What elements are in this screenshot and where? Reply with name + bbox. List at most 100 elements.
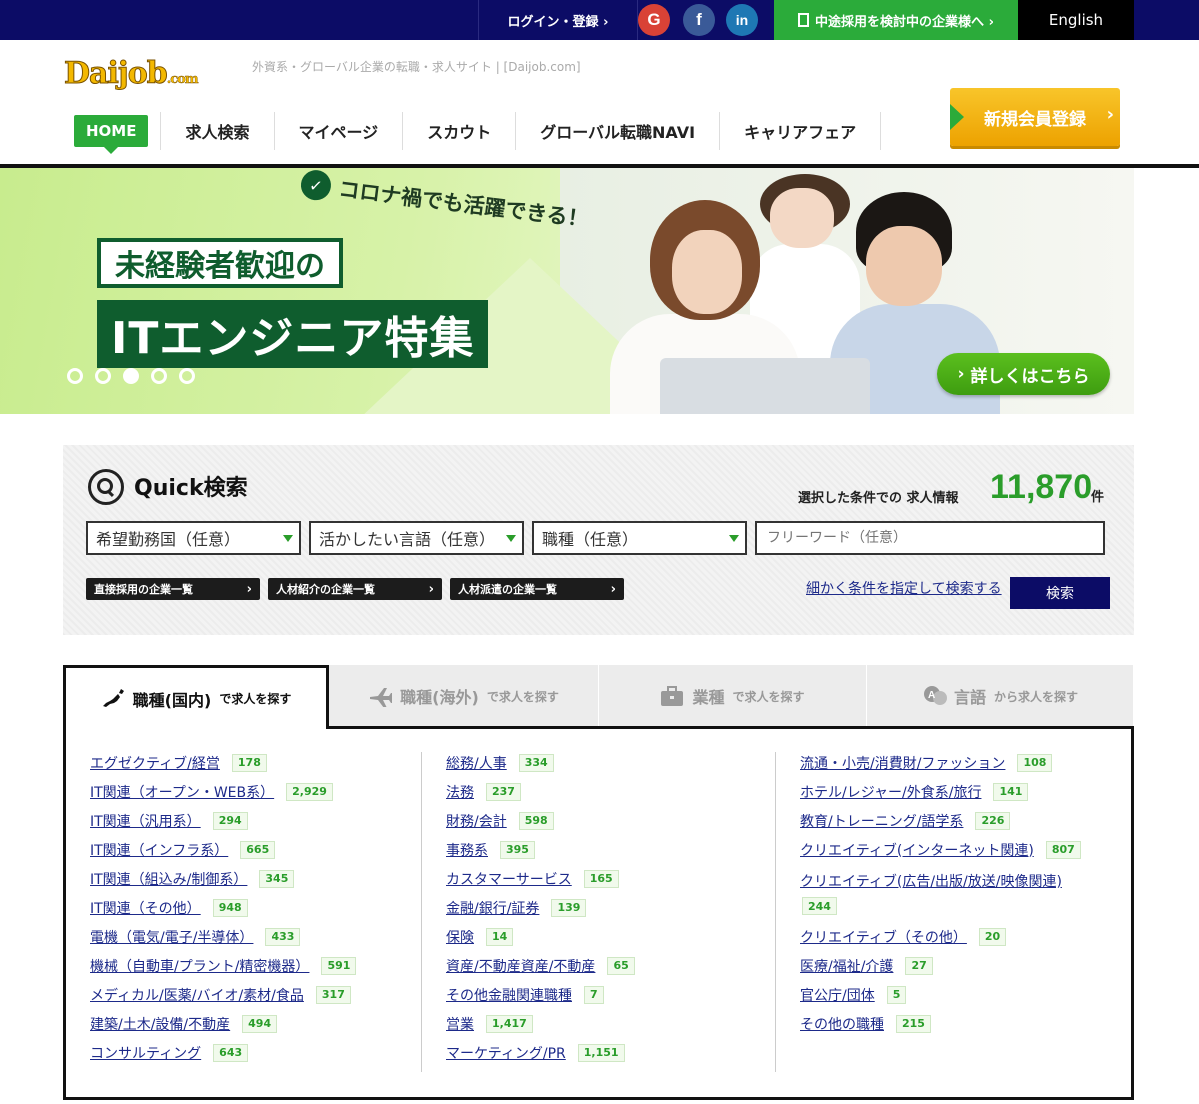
login-link[interactable]: ログイン・登録 ›: [478, 0, 638, 40]
category-count-badge: 807: [1045, 840, 1081, 859]
category-row: IT関連（オープン・WEB系） 2,929: [90, 777, 356, 806]
carousel-dot[interactable]: [67, 368, 83, 384]
category-link[interactable]: 法務: [446, 782, 474, 802]
carousel-dot[interactable]: [179, 368, 195, 384]
category-link[interactable]: ホテル/レジャー/外食系/旅行: [800, 782, 981, 802]
category-count-badge: 5: [886, 985, 907, 1004]
category-link[interactable]: クリエイティブ（その他）: [800, 927, 967, 947]
category-count-badge: 334: [518, 753, 554, 772]
english-link[interactable]: English: [1018, 0, 1134, 40]
category-link[interactable]: 医療/福祉/介護: [800, 956, 893, 976]
category-link[interactable]: クリエイティブ(広告/出版/放送/映像関連): [800, 871, 1120, 891]
category-count-badge: 226: [975, 811, 1011, 830]
category-link[interactable]: IT関連（インフラ系）: [90, 840, 228, 860]
category-row: 流通・小売/消費財/ファッション 108: [800, 748, 1120, 777]
category-count-badge: 165: [583, 869, 619, 888]
category-link[interactable]: 官公庁/団体: [800, 985, 875, 1005]
category-link[interactable]: 事務系: [446, 840, 488, 860]
category-row: ホテル/レジャー/外食系/旅行 141: [800, 777, 1120, 806]
tab-language[interactable]: A 言語 から求人を探す: [867, 665, 1134, 727]
business-link[interactable]: 中途採用を検討中の企業様へ ›: [774, 0, 1018, 40]
google-icon[interactable]: G: [638, 4, 670, 36]
direct-hire-companies-link[interactable]: 直接採用の企業一覧: [86, 578, 260, 600]
category-count-badge: 65: [607, 956, 635, 975]
banner-heading-2: ITエンジニア特集: [97, 300, 489, 368]
category-row: コンサルティング 643: [90, 1038, 356, 1067]
carousel-dot-active[interactable]: [123, 368, 139, 384]
category-row: エグゼクティブ/経営 178: [90, 748, 356, 777]
tab-industry[interactable]: 業種 で求人を探す: [599, 665, 867, 727]
nav-career-fair[interactable]: キャリアフェア: [720, 112, 882, 150]
category-link[interactable]: メディカル/医薬/バイオ/素材/食品: [90, 985, 304, 1005]
tab-language-sub: から求人を探す: [994, 689, 1079, 704]
freeword-input[interactable]: [755, 521, 1105, 555]
advanced-search-link[interactable]: 細かく条件を指定して検索する: [806, 578, 1002, 598]
check-icon: ✓: [299, 168, 333, 202]
nav-mypage[interactable]: マイページ: [275, 112, 404, 150]
carousel-dot[interactable]: [151, 368, 167, 384]
category-row: 教育/トレーニング/語学系 226: [800, 806, 1120, 835]
person-3-face: [866, 226, 942, 306]
category-link[interactable]: 機械（自動車/プラント/精密機器）: [90, 956, 309, 976]
category-count-badge: 1,417: [486, 1014, 533, 1033]
carousel-dot[interactable]: [95, 368, 111, 384]
category-link[interactable]: コンサルティング: [90, 1043, 201, 1063]
category-link[interactable]: 財務/会計: [446, 811, 507, 831]
category-count-badge: 2,929: [286, 782, 333, 801]
nav-job-search[interactable]: 求人検索: [161, 112, 275, 150]
category-link[interactable]: 営業: [446, 1014, 474, 1034]
category-count-badge: 1,151: [577, 1043, 625, 1062]
agency-companies-link[interactable]: 人材紹介の企業一覧: [268, 578, 442, 600]
category-link[interactable]: 建築/土木/設備/不動産: [90, 1014, 230, 1034]
tab-job-overseas[interactable]: 職種(海外) で求人を探す: [329, 665, 599, 727]
category-link[interactable]: 資産/不動産資産/不動産: [446, 956, 595, 976]
site-logo[interactable]: Daijob.com: [64, 56, 199, 92]
linkedin-icon[interactable]: in: [726, 4, 758, 36]
nav-global-navi[interactable]: グローバル転職NAVI: [516, 112, 721, 150]
dispatch-companies-link[interactable]: 人材派遣の企業一覧: [450, 578, 624, 600]
banner-cta-button[interactable]: › 詳しくはこちら: [937, 353, 1110, 395]
category-link[interactable]: 保険: [446, 927, 474, 947]
briefcase-icon: [660, 685, 684, 707]
category-link[interactable]: IT関連（その他）: [90, 898, 201, 918]
job-type-select[interactable]: 職種（任意）: [532, 521, 747, 555]
nav-home[interactable]: HOME: [74, 115, 149, 154]
banner-heading-1: 未経験者歓迎の: [97, 238, 343, 288]
nav-scout[interactable]: スカウト: [403, 112, 517, 150]
hero-banner[interactable]: ✓ コロナ禍でも活躍できる！ 未経験者歓迎の ITエンジニア特集 › 詳しくはこ…: [0, 168, 1199, 414]
category-link[interactable]: エグゼクティブ/経営: [90, 753, 220, 773]
country-select[interactable]: 希望勤務国（任意）: [86, 521, 301, 555]
nav-home-wrap: HOME: [64, 112, 162, 154]
quick-search-title: Quick検索: [134, 476, 248, 501]
category-row: 金融/銀行/証券 139: [446, 893, 635, 922]
category-row: 資産/不動産資産/不動産 65: [446, 951, 635, 980]
language-select[interactable]: 活かしたい言語（任意）: [309, 521, 524, 555]
facebook-icon[interactable]: f: [683, 4, 715, 36]
category-link[interactable]: 電機（電気/電子/半導体）: [90, 927, 253, 947]
category-link[interactable]: IT関連（組込み/制御系）: [90, 869, 247, 889]
search-button[interactable]: 検索: [1010, 577, 1110, 609]
category-count-badge: 948: [212, 898, 248, 917]
category-link[interactable]: 金融/銀行/証券: [446, 898, 539, 918]
register-button[interactable]: 新規会員登録: [950, 88, 1120, 146]
category-link[interactable]: 教育/トレーニング/語学系: [800, 811, 963, 831]
category-link[interactable]: クリエイティブ(インターネット関連): [800, 840, 1034, 860]
category-link[interactable]: その他金融関連職種: [446, 985, 572, 1005]
category-link[interactable]: IT関連（オープン・WEB系）: [90, 782, 274, 802]
category-row: 保険 14: [446, 922, 635, 951]
category-count-badge: 215: [896, 1014, 931, 1033]
category-link[interactable]: マーケティング/PR: [446, 1043, 566, 1063]
tab-job-domestic[interactable]: 職種(国内) で求人を探す: [63, 665, 329, 729]
tab-industry-sub: で求人を探す: [732, 689, 805, 704]
category-link[interactable]: IT関連（汎用系）: [90, 811, 201, 831]
category-row: 財務/会計 598: [446, 806, 635, 835]
logo-suffix: .com: [166, 72, 199, 87]
category-column-1: エグゼクティブ/経営 178 IT関連（オープン・WEB系） 2,929 IT関連（汎用…: [90, 748, 357, 1067]
category-link[interactable]: 総務/人事: [446, 753, 507, 773]
category-link[interactable]: その他の職種: [800, 1014, 884, 1034]
category-link[interactable]: 流通・小売/消費財/ファッション: [800, 753, 1005, 773]
category-count-badge: 598: [518, 811, 554, 830]
category-count-badge: 139: [551, 898, 587, 917]
category-count-badge: 643: [213, 1043, 249, 1062]
category-link[interactable]: カスタマーサービス: [446, 869, 572, 889]
